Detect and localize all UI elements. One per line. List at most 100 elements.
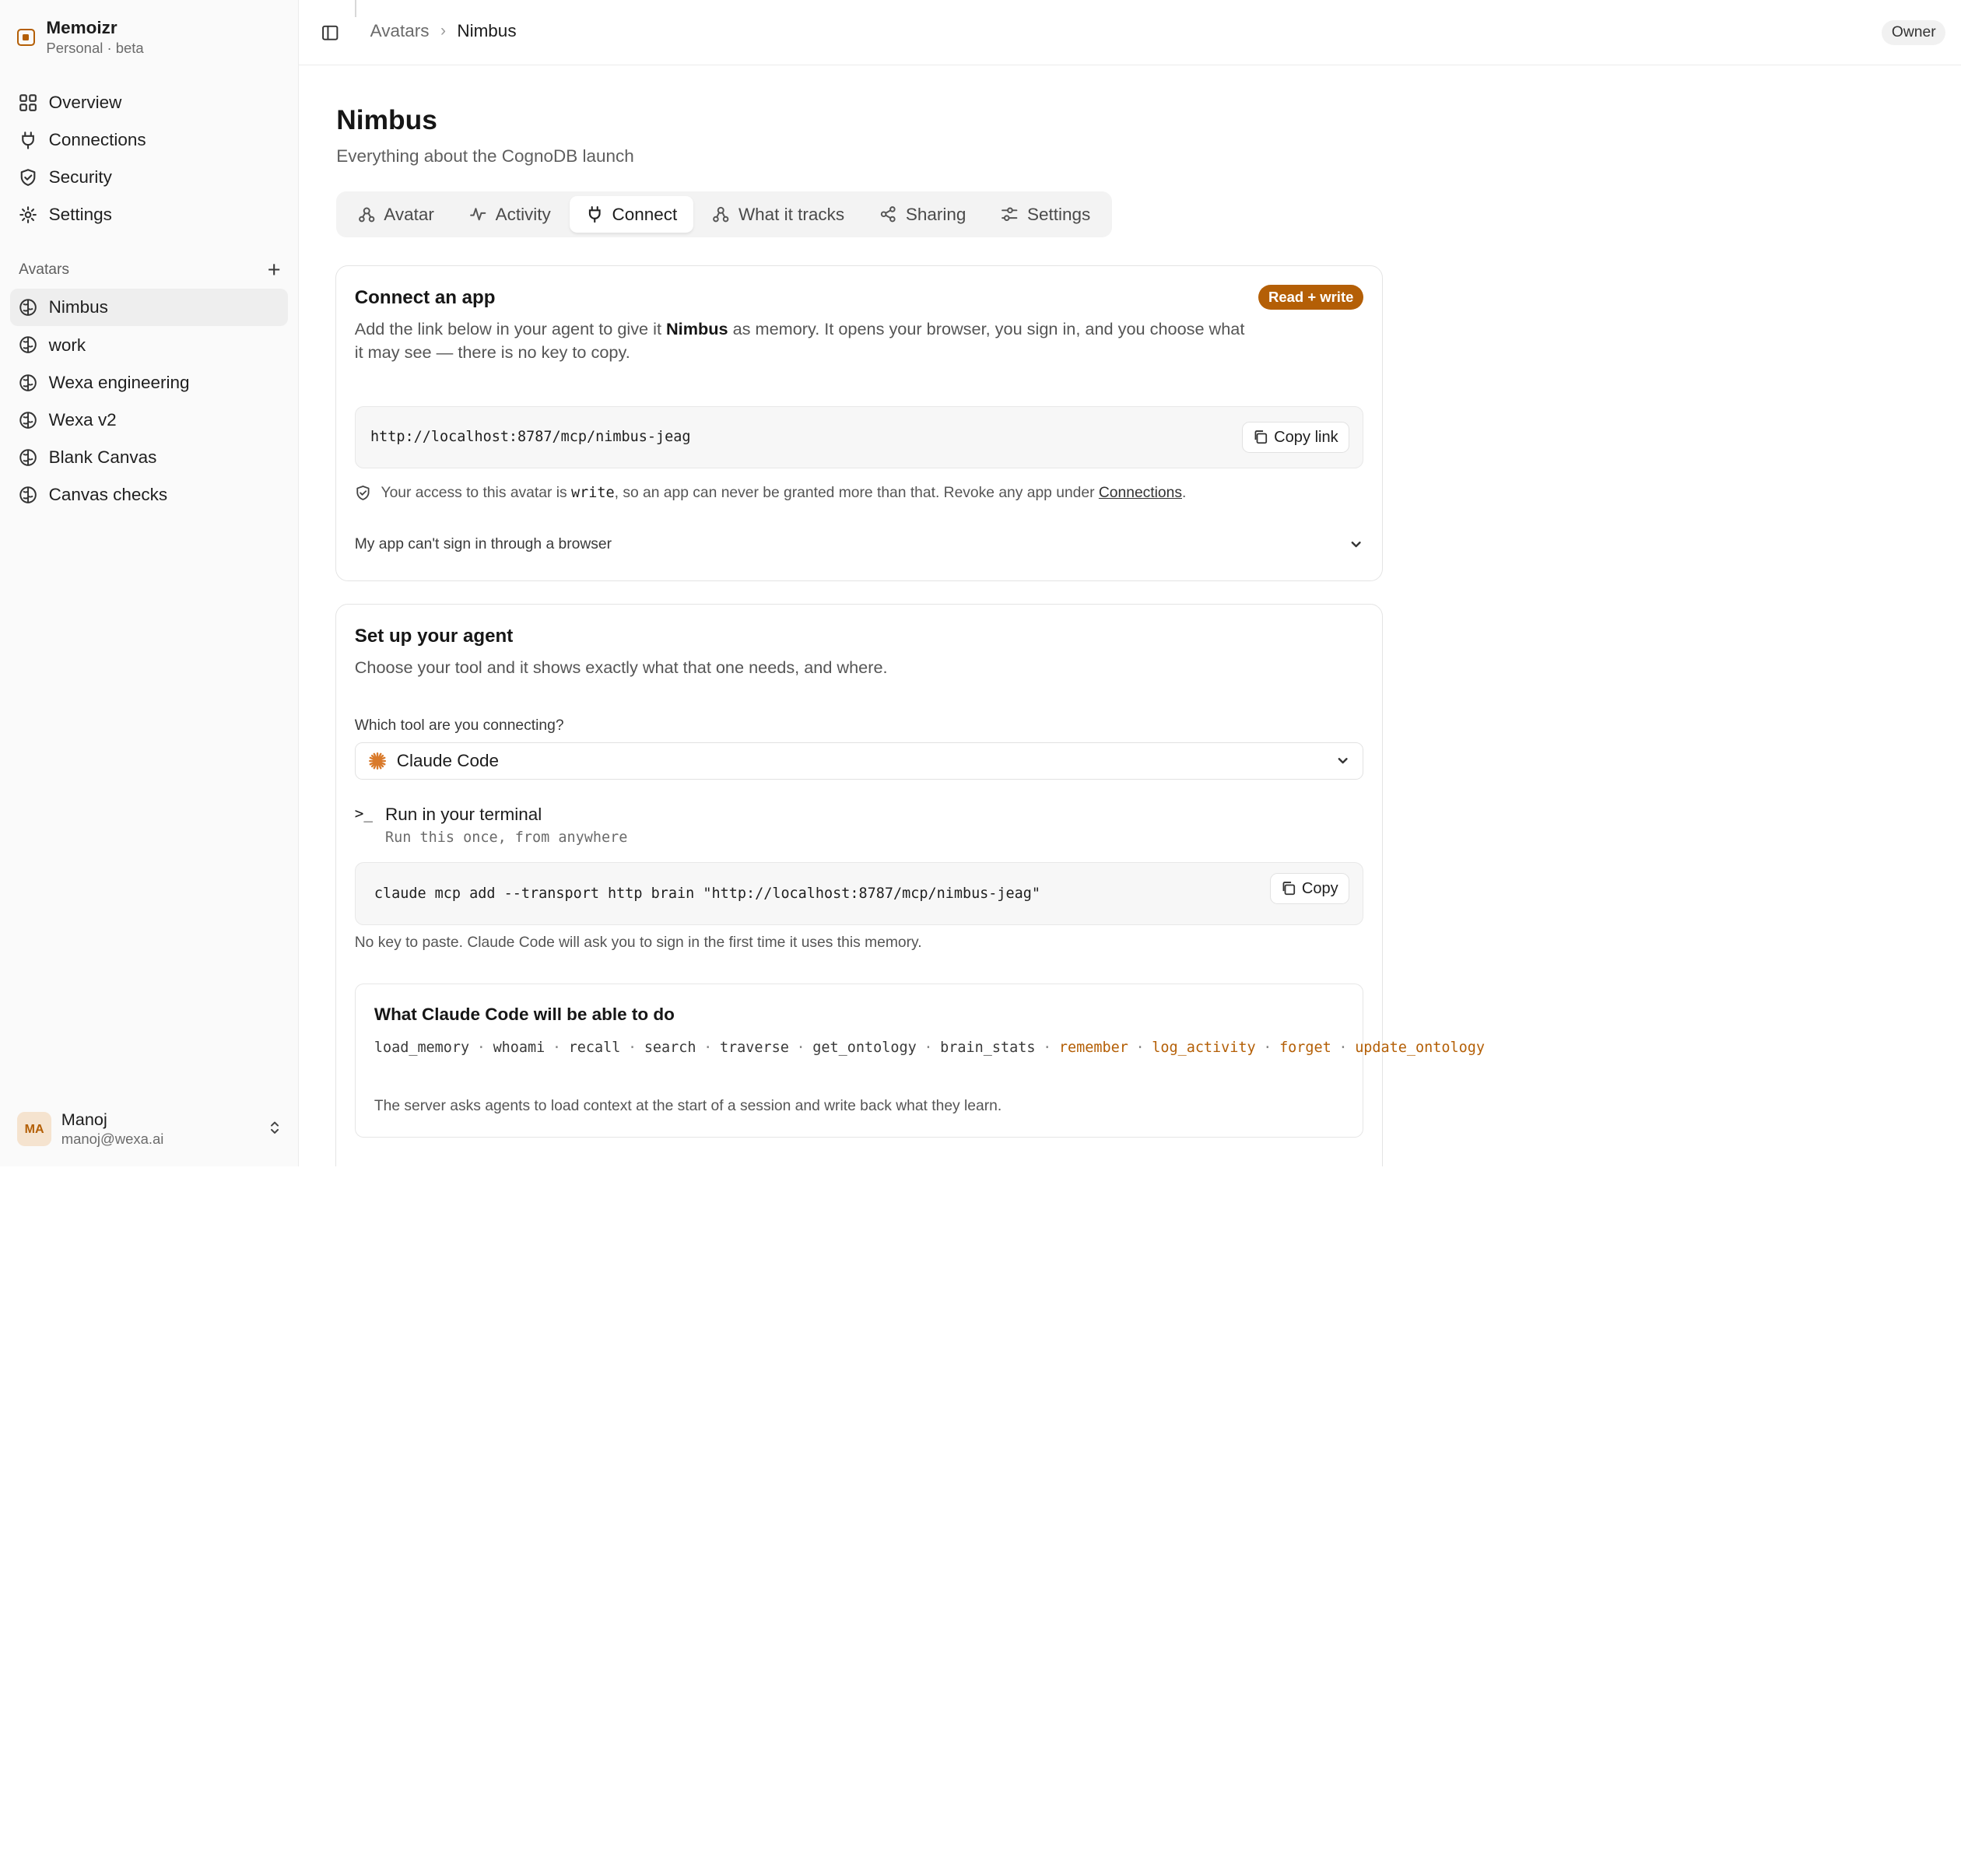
topbar: Avatars › Nimbus Owner bbox=[299, 0, 1961, 65]
breadcrumb-avatars-link[interactable]: Avatars bbox=[370, 21, 430, 41]
sidebar-item-connections[interactable]: Connections bbox=[10, 121, 288, 159]
plug-icon bbox=[588, 206, 601, 223]
separator: · bbox=[476, 1039, 486, 1056]
tracks-icon bbox=[713, 207, 729, 223]
sidebar-item-avatar[interactable]: Wexa v2 bbox=[10, 401, 288, 439]
sidebar-toggle-icon[interactable] bbox=[321, 24, 339, 41]
avatar-label: Canvas checks bbox=[48, 485, 168, 505]
card-description: Add the link below in your agent to give… bbox=[355, 317, 1249, 365]
sidebar-item-label: Settings bbox=[48, 205, 112, 225]
user-name: Manoj bbox=[61, 1110, 107, 1130]
grid-icon bbox=[19, 93, 37, 111]
separator: · bbox=[1338, 1039, 1348, 1056]
copy-command-button[interactable]: Copy bbox=[1269, 873, 1349, 905]
copy-icon bbox=[1282, 882, 1295, 896]
avatar-label: Wexa v2 bbox=[48, 409, 117, 430]
separator: · bbox=[628, 1039, 637, 1056]
user-menu[interactable]: MA Manoj manoj@wexa.ai bbox=[17, 1108, 280, 1151]
write-tool-name: forget bbox=[1279, 1039, 1331, 1056]
card-title: Set up your agent bbox=[354, 626, 514, 647]
copy-label: Copy link bbox=[1274, 428, 1338, 446]
permission-badge: Read + write bbox=[1258, 284, 1364, 310]
access-text-part: Your access to this avatar is bbox=[381, 484, 571, 501]
sidebar-item-avatar[interactable]: Blank Canvas bbox=[10, 439, 288, 476]
avatar-name-highlight: Nimbus bbox=[666, 318, 728, 338]
card-title: Connect an app bbox=[354, 286, 496, 308]
brain-icon bbox=[19, 486, 37, 504]
plug-icon bbox=[22, 131, 34, 149]
brain-icon bbox=[19, 299, 37, 317]
read-tool-name: search bbox=[644, 1039, 696, 1056]
copy-link-button[interactable]: Copy link bbox=[1241, 421, 1349, 454]
chevron-up-down-icon bbox=[268, 1119, 281, 1139]
shield-check-icon bbox=[356, 486, 370, 501]
separator: · bbox=[552, 1039, 562, 1056]
user-email: manoj@wexa.ai bbox=[61, 1130, 164, 1147]
tab-connect[interactable]: Connect bbox=[569, 196, 694, 233]
terminal-command[interactable]: claude mcp add --transport http brain "h… bbox=[374, 885, 1040, 902]
sidebar-item-avatar[interactable]: work bbox=[10, 326, 288, 363]
tab-label: Settings bbox=[1027, 204, 1091, 224]
tab-label: Connect bbox=[612, 204, 678, 224]
tab-activity[interactable]: Activity bbox=[453, 196, 567, 233]
sidebar-item-settings[interactable]: Settings bbox=[10, 196, 288, 233]
tab-avatar[interactable]: Avatar bbox=[342, 196, 451, 233]
connections-link[interactable]: Connections bbox=[1099, 485, 1182, 501]
sidebar: Memoizr Personal · beta Overview Connect… bbox=[0, 0, 300, 1167]
avatar-label: Wexa engineering bbox=[48, 372, 190, 392]
gear-icon bbox=[19, 206, 37, 224]
avatar-label: Blank Canvas bbox=[48, 447, 157, 468]
selected-tool: Claude Code bbox=[396, 751, 500, 771]
tool-select[interactable]: Claude Code bbox=[354, 742, 1364, 780]
sidebar-item-avatar[interactable]: Nimbus bbox=[9, 289, 289, 327]
read-tool-name: whoami bbox=[493, 1039, 546, 1056]
brand-logo-icon bbox=[17, 28, 35, 47]
capabilities-box: What Claude Code will be able to do load… bbox=[354, 984, 1485, 1138]
separator: · bbox=[796, 1039, 805, 1056]
setup-agent-card: Set up your agent Choose your tool and i… bbox=[335, 604, 1485, 1167]
brain-icon bbox=[19, 412, 37, 429]
brand-name: Memoizr bbox=[46, 18, 118, 38]
tab-bar: Avatar Activity Connect What it tracks S… bbox=[336, 191, 1112, 238]
mcp-url-box: http://localhost:8787/mcp/nimbus-jeag Co… bbox=[354, 405, 1364, 468]
browser-fallback-expander[interactable]: My app can't sign in through a browser bbox=[355, 534, 1363, 556]
access-text-part: , so an app can never be granted more th… bbox=[614, 484, 1099, 501]
mcp-url[interactable]: http://localhost:8787/mcp/nimbus-jeag bbox=[370, 429, 690, 445]
command-box: claude mcp add --transport http brain "h… bbox=[354, 862, 1364, 925]
avatar-label: Nimbus bbox=[48, 297, 108, 317]
share-icon bbox=[880, 206, 896, 223]
sidebar-item-avatar[interactable]: Wexa engineering bbox=[10, 364, 288, 401]
brand[interactable]: Memoizr Personal · beta bbox=[17, 17, 144, 57]
access-text-part: . bbox=[1182, 484, 1187, 501]
separator: · bbox=[1043, 1039, 1052, 1056]
tab-label: Sharing bbox=[905, 204, 966, 224]
tab-what-it-tracks[interactable]: What it tracks bbox=[696, 196, 861, 233]
chevron-right-icon: › bbox=[440, 22, 446, 40]
app-window: Memoizr Personal · beta Overview Connect… bbox=[0, 0, 1961, 1167]
sliders-icon bbox=[1002, 207, 1018, 222]
sidebar-item-overview[interactable]: Overview bbox=[10, 84, 288, 121]
chevron-down-icon bbox=[1338, 758, 1348, 764]
page-title: Nimbus bbox=[336, 104, 437, 135]
connect-app-card: Connect an app Read + write Add the link… bbox=[335, 265, 1384, 582]
page-subtitle: Everything about the CognoDB launch bbox=[336, 146, 634, 167]
copy-label: Copy bbox=[1301, 879, 1338, 897]
claude-spark-icon bbox=[368, 752, 386, 770]
separator: · bbox=[1263, 1039, 1272, 1056]
tab-sharing[interactable]: Sharing bbox=[863, 196, 982, 233]
main-content: Avatars › Nimbus Owner Nimbus Everything… bbox=[299, 0, 1961, 1167]
avatar-icon bbox=[358, 207, 374, 223]
terminal-icon: >_ bbox=[354, 805, 373, 823]
read-tool-name: brain_stats bbox=[940, 1039, 1036, 1056]
brain-icon bbox=[19, 373, 37, 391]
sidebar-item-avatar[interactable]: Canvas checks bbox=[10, 476, 288, 514]
access-level: write bbox=[571, 484, 615, 501]
sidebar-item-security[interactable]: Security bbox=[10, 159, 288, 196]
tab-settings[interactable]: Settings bbox=[984, 196, 1107, 233]
setup-hint: No key to paste. Claude Code will ask yo… bbox=[354, 934, 922, 952]
tab-label: What it tracks bbox=[738, 204, 845, 224]
write-tool-name: update_ontology bbox=[1355, 1039, 1485, 1056]
avatar-list: Nimbus work Wexa engineering Wexa v2 Bla… bbox=[9, 289, 289, 514]
add-avatar-button[interactable]: + bbox=[268, 258, 281, 282]
expander-label: My app can't sign in through a browser bbox=[354, 536, 612, 553]
